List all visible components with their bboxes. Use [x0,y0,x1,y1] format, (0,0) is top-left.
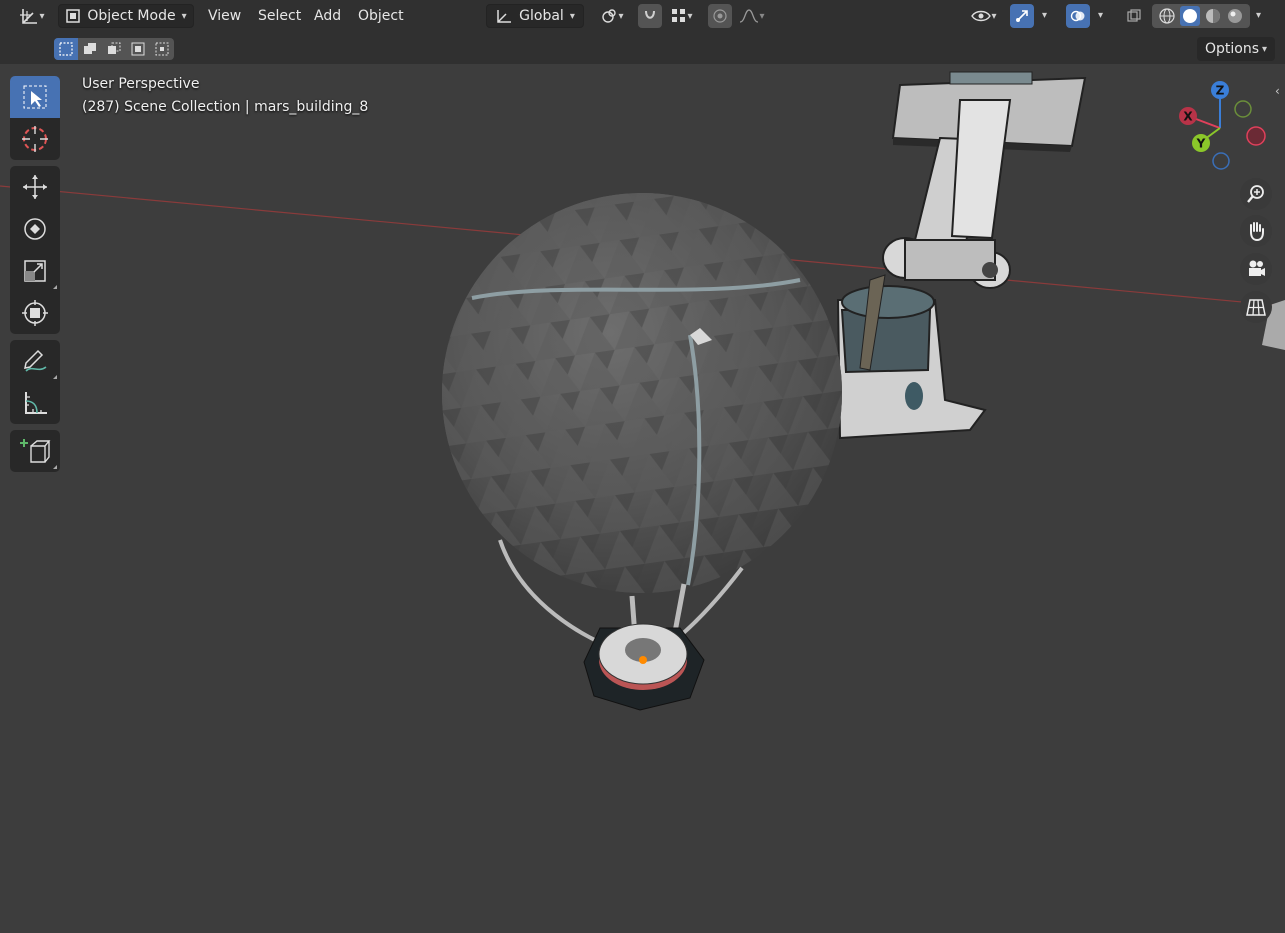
object-mode-icon [66,9,81,23]
select-invert-icon [131,42,145,56]
z-axis-label: Z [1216,84,1225,98]
navigation-gizmo[interactable]: Z X Y [1168,78,1285,178]
measure-tool[interactable] [10,382,60,424]
select-extend-mode[interactable] [78,38,102,60]
geodesic-sphere [442,193,842,593]
axes-icon [20,9,38,24]
select-extend-icon [84,43,96,54]
shading-modes [1152,4,1250,28]
rotate-tool[interactable] [10,208,60,250]
y-axis-label: Y [1196,137,1206,151]
overlays-toggle[interactable] [1066,4,1090,28]
options-label: Options [1205,41,1260,57]
annotate-tool[interactable] [10,340,60,382]
rotate-icon [24,218,46,240]
orientation-icon [497,10,512,23]
gizmo-icon [1016,10,1028,22]
select-intersect-icon [155,42,169,56]
mode-label: Object Mode [87,8,176,24]
transform-icon [22,300,48,326]
tool-settings-bar: Options ▾ [0,32,1285,64]
select-box-icon [23,85,47,109]
select-box-tool[interactable] [10,76,60,118]
grid-icon [1246,299,1266,316]
neg-z-axis-handle[interactable] [1212,152,1230,170]
overlays-dropdown-chevron[interactable]: ▾ [1098,10,1103,21]
material-shading-icon[interactable] [1204,7,1222,25]
select-intersect-mode[interactable] [150,38,174,60]
camera-icon [1249,260,1265,276]
select-subtract-mode[interactable] [102,38,126,60]
move-tool[interactable] [10,166,60,208]
add-cube-icon [20,439,51,463]
mode-dropdown[interactable]: Object Mode ▾ [58,4,194,28]
snap-target-dropdown[interactable]: ▾ [664,4,700,28]
select-invert-mode[interactable] [126,38,150,60]
editor-type-button[interactable]: ▾ [14,4,50,28]
menu-add[interactable]: Add [306,4,349,28]
magnet-icon [645,10,655,19]
view-perspective-label: User Perspective [82,76,200,92]
falloff-curve-icon [740,9,759,23]
pan-hand-icon [1250,222,1264,242]
proportional-icon [713,9,727,23]
eye-icon [971,10,992,22]
falloff-dropdown[interactable]: ▾ [734,4,770,28]
gizmo-dropdown-chevron[interactable]: ▾ [1042,10,1047,21]
menu-object[interactable]: Object [350,4,412,28]
pivot-icon [602,9,617,23]
neg-x-axis-handle[interactable] [1246,126,1266,146]
select-new-icon [59,42,73,56]
menu-view[interactable]: View [200,4,249,28]
solid-shading-icon[interactable] [1180,6,1200,26]
zoom-icon [1247,185,1264,203]
chevron-down-icon: ▾ [39,10,45,22]
blender-window: ▾ Object Mode ▾ View Select Add Object G… [0,0,1285,933]
rendered-shading-icon[interactable] [1226,7,1244,25]
select-new-mode[interactable] [54,38,78,60]
visibility-dropdown[interactable]: ▾ [964,4,1004,28]
scale-icon [24,260,46,282]
add-cube-tool[interactable] [10,430,60,472]
collection-label: (287) Scene Collection | mars_building_8 [82,99,369,115]
options-dropdown[interactable]: Options ▾ [1197,37,1275,61]
snap-grid-icon [672,9,686,22]
transform-tool[interactable] [10,292,60,334]
cursor-tool[interactable] [10,118,60,160]
chevron-down-icon: ▾ [569,10,575,22]
xray-icon [1127,9,1141,22]
pivot-dropdown[interactable]: ▾ [594,4,630,28]
viewport-header: ▾ Object Mode ▾ View Select Add Object G… [0,0,1285,32]
x-axis-label: X [1183,110,1193,124]
shading-dropdown-chevron[interactable]: ▾ [1256,10,1261,21]
chevron-down-icon: ▾ [1261,43,1267,55]
move-icon [23,175,47,199]
xray-toggle[interactable] [1122,4,1146,28]
snap-toggle[interactable] [638,4,662,28]
3d-viewport[interactable]: User Perspective (287) Scene Collection … [0,64,1285,933]
camera-view-button[interactable] [1240,253,1272,285]
chevron-down-icon: ▾ [181,10,187,22]
annotate-icon [24,349,47,372]
cursor-icon [22,126,48,152]
measure-icon [25,392,47,414]
orientation-label: Global [519,8,564,24]
wireframe-shading-icon[interactable] [1158,7,1176,25]
neg-y-axis-handle[interactable] [1234,100,1252,118]
pan-button[interactable] [1240,215,1272,247]
proportional-edit-toggle[interactable] [708,4,732,28]
scene-render [0,71,1285,711]
orientation-dropdown[interactable]: Global ▾ [486,4,584,28]
overlays-icon [1070,10,1085,22]
scale-tool[interactable] [10,250,60,292]
sidebar-toggle-arrow[interactable]: ‹ [1275,84,1280,98]
gizmo-toggle[interactable] [1010,4,1034,28]
zoom-button[interactable] [1240,178,1272,210]
tool-shelf [10,76,60,478]
select-subtract-icon [108,42,121,54]
menu-select[interactable]: Select [250,4,309,28]
selection-modes [54,38,174,60]
perspective-toggle-button[interactable] [1240,291,1272,323]
